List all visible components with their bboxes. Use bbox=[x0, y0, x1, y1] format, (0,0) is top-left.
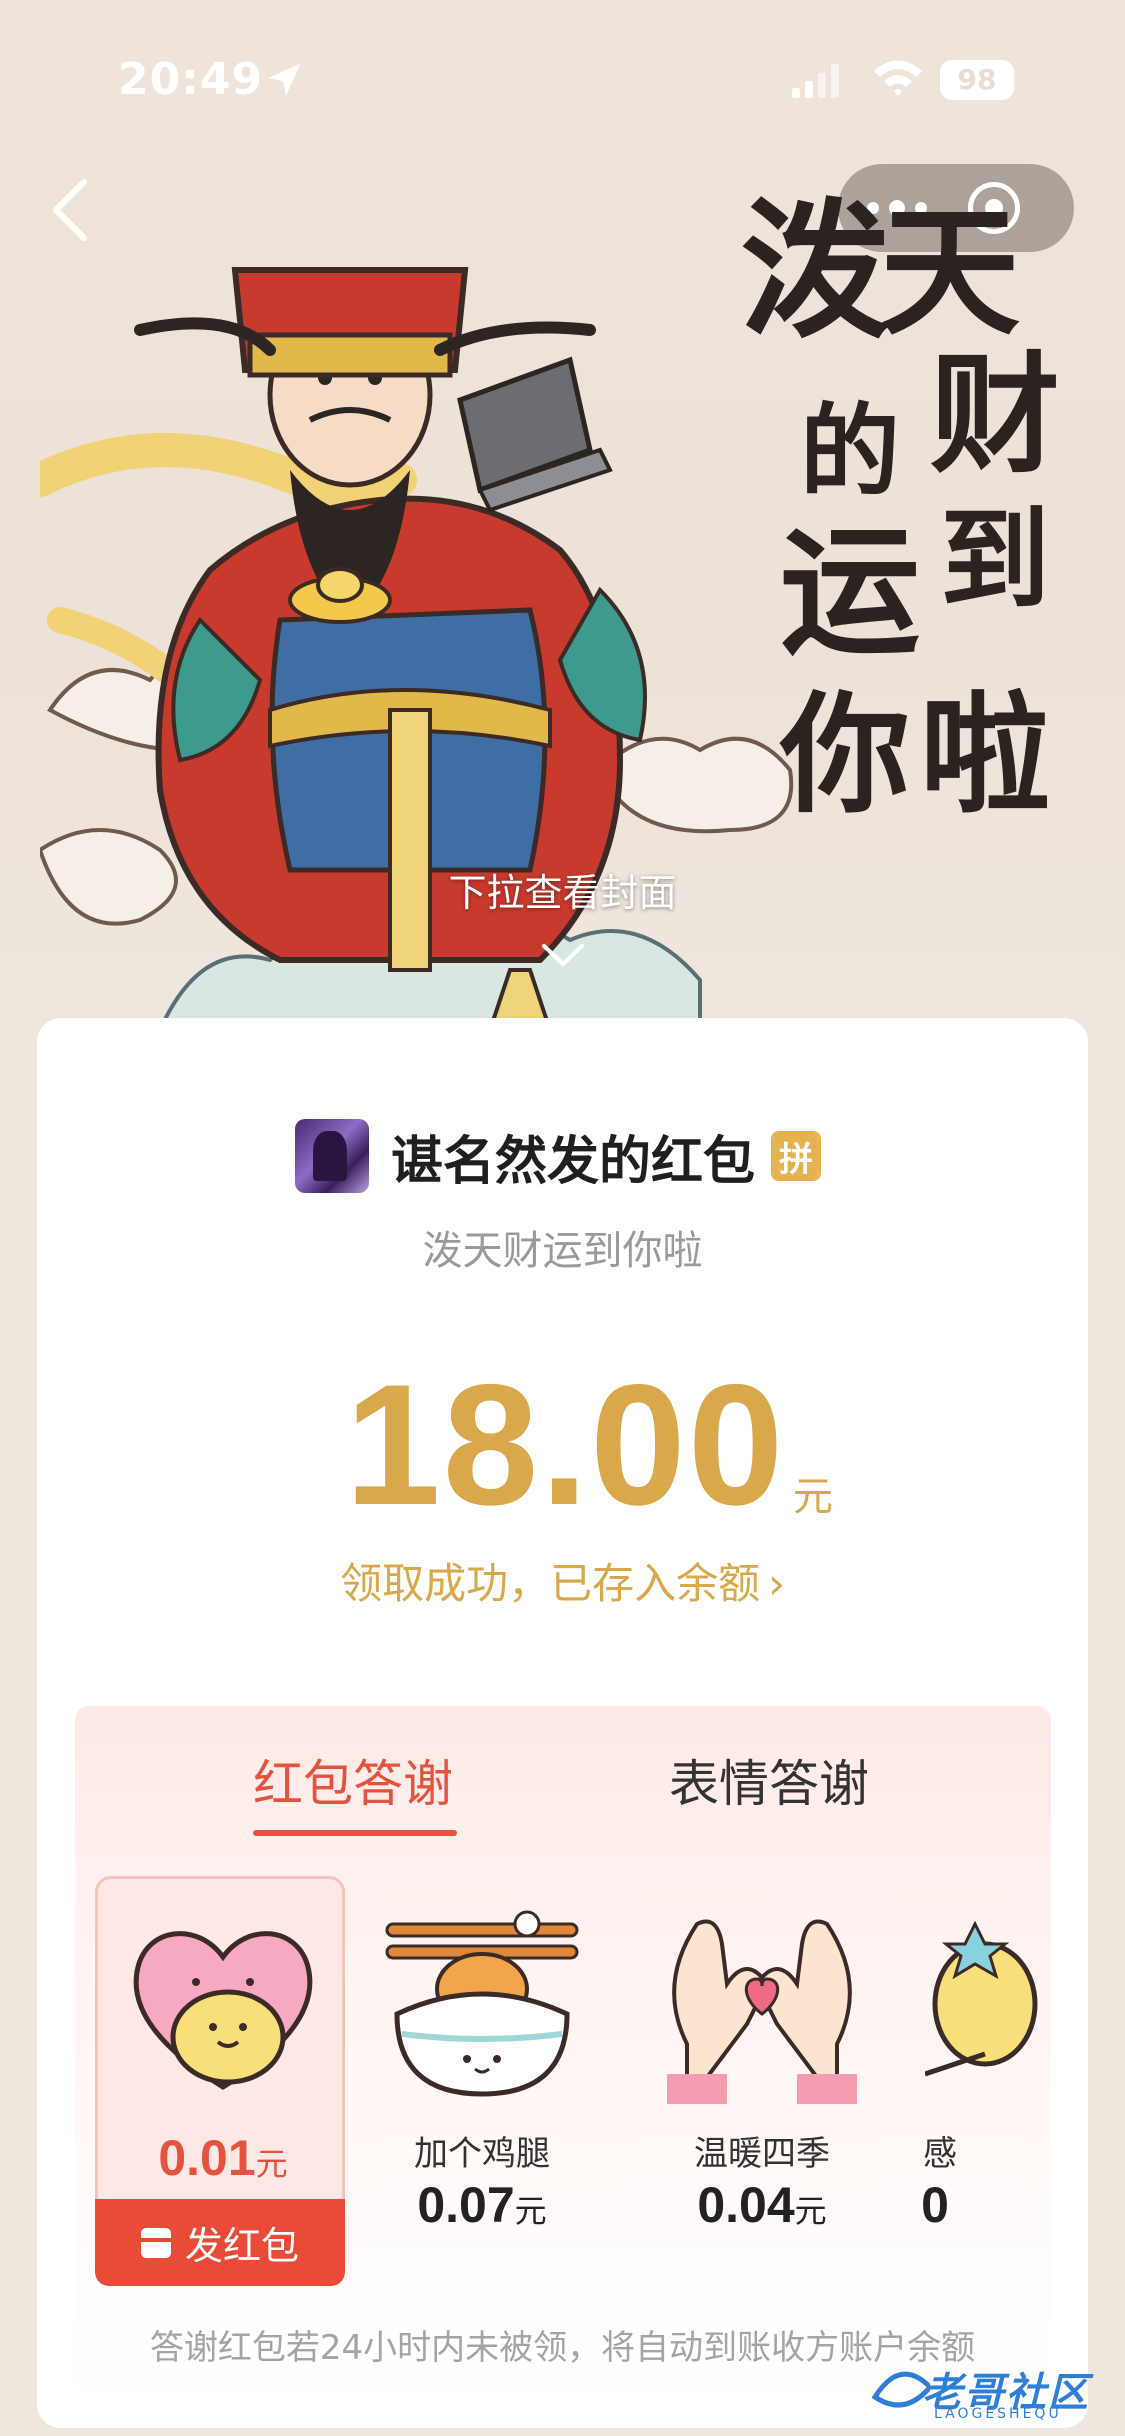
gift-name: 感 bbox=[923, 2134, 957, 2174]
heart-hug-icon bbox=[133, 1931, 313, 2090]
amount-unit: 元 bbox=[793, 1474, 833, 1520]
thanks-panel: 红包答谢 表情答谢 0.01元 发红包 加个鸡腿 0.07元 温暖四季 0.04… bbox=[75, 1706, 1051, 2406]
gift-item[interactable]: 温暖四季 0.04元 bbox=[637, 1876, 887, 2286]
slogan-char: 你 bbox=[780, 678, 911, 831]
tab-sticker-thanks[interactable]: 表情答谢 bbox=[669, 1744, 869, 1816]
chevron-right-icon: › bbox=[768, 1559, 785, 1608]
slogan-calligraphy: 泼 天 财 的 运 到 你 啦 bbox=[740, 150, 1080, 831]
watermark-subtext: LAOGESHEQU bbox=[934, 2406, 1062, 2422]
gift-price-value: 0.07 bbox=[417, 2177, 515, 2233]
send-red-packet-button[interactable]: 发红包 bbox=[95, 2199, 345, 2286]
slogan-char: 到 bbox=[940, 495, 1050, 624]
gift-name: 加个鸡腿 bbox=[414, 2134, 550, 2174]
watermark-logo-icon bbox=[871, 2371, 930, 2408]
gift-item[interactable]: 0.01元 发红包 bbox=[95, 1876, 345, 2286]
sender-row: 谌名然发的红包 拼 bbox=[37, 1114, 1088, 1198]
slogan-char: 泼 bbox=[740, 183, 891, 359]
slogan-char: 啦 bbox=[920, 678, 1051, 831]
gift-name: 温暖四季 bbox=[694, 2134, 830, 2174]
gift-price-unit: 元 bbox=[514, 2192, 547, 2230]
chevron-down-icon bbox=[542, 944, 584, 967]
wifi-icon bbox=[874, 60, 922, 96]
sender-name: 谌名然发的红包 bbox=[391, 1131, 756, 1192]
gift-price: 0.04元 bbox=[637, 2176, 887, 2234]
battery-indicator: 98 bbox=[940, 60, 1014, 100]
rice-bowl-drumstick-icon bbox=[385, 1910, 579, 2097]
gift-price-value: 0.01 bbox=[158, 2130, 256, 2186]
group-badge: 拼 bbox=[771, 1131, 822, 1181]
red-envelope-icon bbox=[140, 2227, 171, 2258]
gift-price: 0 bbox=[905, 2176, 965, 2234]
gift-price-unit: 元 bbox=[794, 2192, 827, 2230]
hands-heart-icon bbox=[667, 1919, 857, 2104]
received-amount: 18.00 bbox=[345, 1349, 786, 1541]
gift-price-unit: 元 bbox=[255, 2145, 288, 2183]
status-bar: 20:49 98 bbox=[0, 0, 1125, 150]
success-text: 领取成功，已存入余额 bbox=[340, 1559, 761, 1608]
gift-price-value: 0 bbox=[921, 2177, 949, 2233]
active-tab-underline bbox=[253, 1830, 457, 1836]
gift-price: 0.07元 bbox=[357, 2176, 607, 2234]
partial-gift-icon bbox=[925, 1920, 1038, 2077]
cover-hero[interactable]: 20:49 98 泼 天 财 的 运 到 你 啦 下拉查看封面 bbox=[0, 0, 1125, 1060]
amount-row: 18.00 元 bbox=[37, 1346, 1088, 1541]
blessing-text: 泼天财运到你啦 bbox=[422, 1228, 703, 1274]
cellular-signal-icon bbox=[792, 64, 839, 98]
location-arrow-icon bbox=[268, 64, 300, 96]
pull-down-hint: 下拉查看封面 bbox=[448, 871, 677, 915]
sender-avatar bbox=[295, 1119, 369, 1193]
gift-price-value: 0.04 bbox=[697, 2177, 795, 2233]
balance-link[interactable]: 领取成功，已存入余额 › bbox=[37, 1550, 1088, 1611]
red-packet-card: 谌名然发的红包 拼 泼天财运到你啦 18.00 元 领取成功，已存入余额 › 红包… bbox=[37, 1018, 1088, 2428]
gift-item[interactable]: 加个鸡腿 0.07元 bbox=[357, 1876, 607, 2286]
red-packet-detail-page: 20:49 98 泼 天 财 的 运 到 你 啦 下拉查看封面 谌名然发的红包 … bbox=[0, 0, 1125, 2436]
site-watermark: 老哥社区 LAOGESHEQU bbox=[870, 2358, 1110, 2428]
tab-red-packet-thanks[interactable]: 红包答谢 bbox=[253, 1744, 453, 1816]
send-button-label: 发红包 bbox=[184, 2224, 299, 2268]
gift-price: 0.01元 bbox=[98, 2129, 348, 2187]
gift-item[interactable]: 感 0 bbox=[905, 1876, 1051, 2286]
status-time: 20:49 bbox=[118, 54, 264, 105]
gift-list[interactable]: 0.01元 发红包 加个鸡腿 0.07元 温暖四季 0.04元 感 0 bbox=[75, 1876, 1051, 2306]
